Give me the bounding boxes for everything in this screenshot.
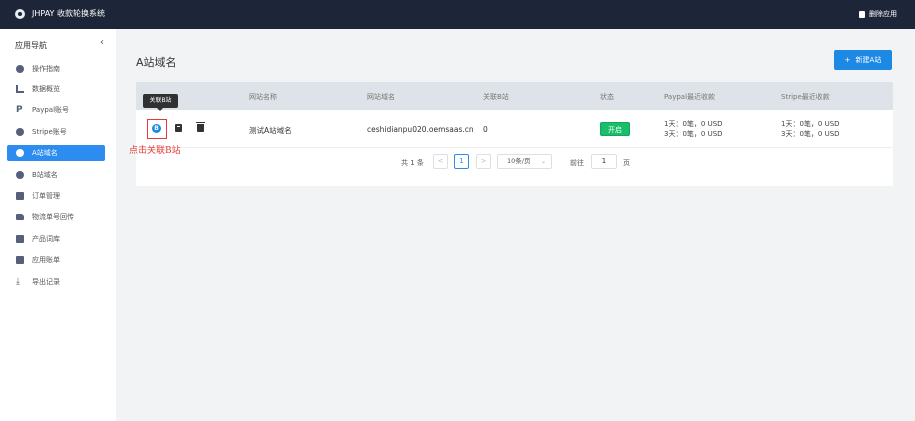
truck-icon	[16, 214, 24, 220]
sidebar: 应用导航 ‹ 操作指南 数据概览 P Paypal账号 Stripe账号 A站域…	[0, 29, 116, 421]
sidebar-item-label: 操作指南	[32, 65, 60, 73]
b-circle-icon	[16, 171, 24, 179]
paypal-recent: 1天：0笔，0 USD 3天：0笔，0 USD	[664, 119, 723, 139]
sidebar-item-bills[interactable]: 应用账单	[7, 252, 105, 268]
paypal-recent-1d: 1天：0笔，0 USD	[664, 120, 723, 128]
order-icon	[16, 192, 24, 200]
sidebar-item-label: 导出记录	[32, 278, 60, 286]
site-name: 测试A站域名	[249, 126, 292, 135]
sidebar-item-label: Stripe账号	[32, 128, 67, 136]
pagination-total: 共 1 条	[401, 159, 424, 167]
table-header: 网站名称 网站域名 关联B站 状态 Paypal最近收款 Stripe最近收款	[136, 82, 893, 110]
column-header: 网站名称	[249, 93, 277, 101]
main-content: A站域名 + 新建A站 网站名称 网站域名 关联B站 状态 Paypal最近收款…	[116, 29, 915, 421]
delete-app-label: 删除应用	[869, 10, 897, 18]
new-a-site-label: 新建A站	[855, 56, 882, 64]
sidebar-item-label: 产品词库	[32, 235, 60, 243]
sidebar-item-label: B站域名	[32, 171, 58, 179]
delete-icon[interactable]	[196, 122, 205, 132]
sidebar-item-label: Paypal账号	[32, 106, 70, 114]
plus-icon: +	[844, 56, 851, 64]
bill-icon	[16, 256, 24, 264]
delete-app-button[interactable]: 删除应用	[859, 9, 897, 19]
column-header: 状态	[600, 93, 614, 101]
column-header: Stripe最近收款	[781, 93, 830, 101]
stripe-recent: 1天：0笔，0 USD 3天：0笔，0 USD	[781, 119, 840, 139]
sidebar-item-product-words[interactable]: 产品词库	[7, 231, 105, 247]
new-a-site-button[interactable]: + 新建A站	[834, 50, 892, 70]
chevron-down-icon: ⌄	[540, 158, 546, 165]
site-domain: ceshidianpu020.oemsaas.cn	[367, 125, 474, 134]
column-header: 关联B站	[483, 93, 509, 101]
stripe-icon	[16, 128, 24, 136]
stripe-recent-1d: 1天：0笔，0 USD	[781, 120, 840, 128]
a-circle-icon	[16, 149, 24, 157]
sidebar-item-paypal[interactable]: P Paypal账号	[7, 102, 105, 118]
link-b-site-button[interactable]: B	[147, 119, 167, 139]
paypal-recent-3d: 3天：0笔，0 USD	[664, 130, 723, 138]
bar-chart-icon	[16, 85, 24, 93]
next-page-button[interactable]: >	[476, 154, 491, 169]
prev-page-button[interactable]: <	[433, 154, 448, 169]
page-number-current[interactable]: 1	[454, 154, 469, 169]
page-size-select[interactable]: 10条/页 ⌄	[497, 154, 552, 169]
sidebar-item-b-domain[interactable]: B站域名	[7, 167, 105, 183]
domain-table: 网站名称 网站域名 关联B站 状态 Paypal最近收款 Stripe最近收款 …	[136, 82, 893, 186]
pagination: 共 1 条 < 1 > 10条/页 ⌄ 前往 1 页	[136, 148, 893, 178]
linked-b-count: 0	[483, 125, 488, 134]
edit-icon[interactable]	[175, 124, 182, 132]
table-row: B 测试A站域名 ceshidianpu020.oemsaas.cn 0 开启 …	[136, 110, 893, 148]
brand: JHPAY 收款轮换系统	[15, 8, 105, 19]
page-title: A站域名	[136, 56, 177, 69]
book-icon	[16, 235, 24, 243]
circle-check-icon	[16, 65, 24, 73]
sidebar-item-label: 订单管理	[32, 192, 60, 200]
sidebar-item-export[interactable]: ⤓ 导出记录	[7, 274, 105, 290]
sidebar-item-label: 数据概览	[32, 85, 60, 93]
link-b-tooltip: 关联B站	[143, 94, 178, 111]
app-logo-icon	[15, 8, 25, 19]
collapse-icon[interactable]: ‹	[100, 37, 104, 48]
top-bar: JHPAY 收款轮换系统 删除应用	[0, 0, 915, 29]
sidebar-item-orders[interactable]: 订单管理	[7, 188, 105, 204]
page-size-value: 10条/页	[507, 157, 531, 165]
goto-label: 前往	[570, 159, 584, 167]
download-icon: ⤓	[16, 277, 20, 287]
app-title: JHPAY 收款轮换系统	[32, 9, 105, 18]
sidebar-item-label: 物流单号回传	[32, 213, 74, 221]
paypal-icon: P	[16, 105, 23, 115]
annotation-text: 点击关联B站	[129, 146, 181, 156]
column-header: Paypal最近收款	[664, 93, 716, 101]
column-header: 网站域名	[367, 93, 395, 101]
sidebar-item-stripe[interactable]: Stripe账号	[7, 124, 105, 140]
sidebar-item-guide[interactable]: 操作指南	[7, 61, 105, 77]
sidebar-heading: 应用导航	[15, 41, 47, 50]
goto-page-input[interactable]: 1	[591, 154, 617, 169]
b-circle-icon: B	[152, 124, 161, 133]
status-badge[interactable]: 开启	[600, 122, 630, 136]
sidebar-item-logistics[interactable]: 物流单号回传	[7, 209, 105, 225]
sidebar-item-overview[interactable]: 数据概览	[7, 81, 105, 97]
page-suffix: 页	[623, 159, 630, 167]
stripe-recent-3d: 3天：0笔，0 USD	[781, 130, 840, 138]
sidebar-item-label: A站域名	[32, 149, 58, 157]
sidebar-item-label: 应用账单	[32, 256, 60, 264]
trash-icon	[859, 10, 865, 18]
sidebar-item-a-domain[interactable]: A站域名	[7, 145, 105, 161]
